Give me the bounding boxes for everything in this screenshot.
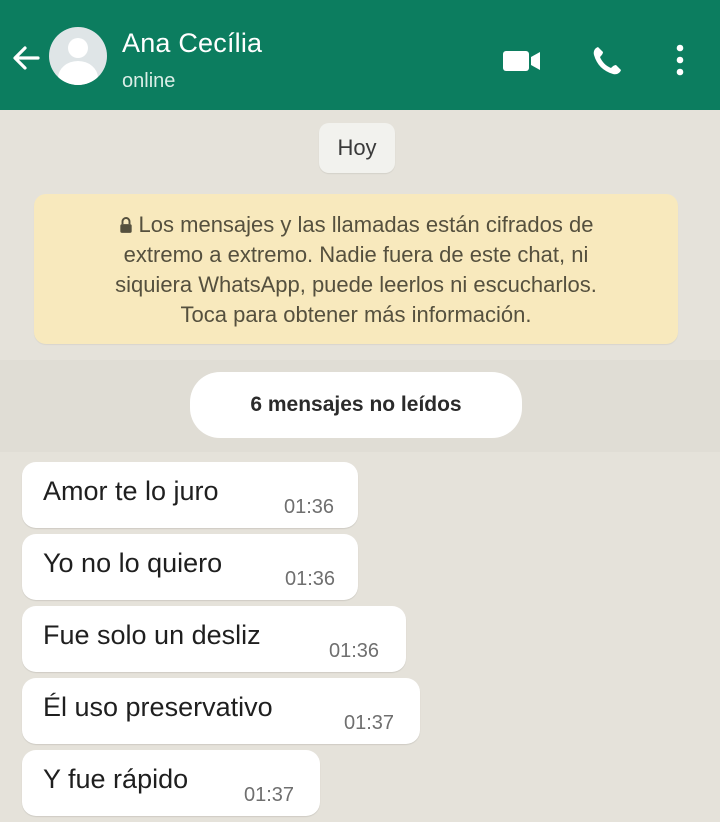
message-time: 01:37	[244, 784, 295, 806]
message-text: Fue solo un desliz	[43, 620, 261, 650]
message-bubble[interactable]: Yo no lo quiero 01:36	[22, 534, 358, 600]
lock-icon	[119, 217, 132, 233]
message-bubble[interactable]: Amor te lo juro 01:36	[22, 462, 358, 528]
message-text: Y fue rápido	[43, 764, 189, 794]
encryption-notice-line: Los mensajes y las llamadas están cifrad…	[56, 210, 656, 240]
date-separator: Hoy	[319, 123, 395, 173]
message-time: 01:36	[329, 640, 380, 662]
message-bubble[interactable]: Y fue rápido 01:37	[22, 750, 320, 816]
avatar-body-shape	[58, 61, 98, 85]
unread-messages-label: 6 mensajes no leídos	[190, 372, 522, 438]
contact-status: online	[122, 70, 176, 92]
avatar[interactable]	[49, 27, 107, 85]
message-text: Amor te lo juro	[43, 476, 219, 506]
message-bubble[interactable]: Él uso preservativo 01:37	[22, 678, 420, 744]
encryption-notice-line: extremo a extremo. Nadie fuera de este c…	[123, 242, 589, 267]
message-bubble[interactable]: Fue solo un desliz 01:36	[22, 606, 406, 672]
more-options-icon[interactable]	[670, 42, 690, 78]
voice-call-icon[interactable]	[590, 44, 624, 78]
message-time: 01:36	[284, 496, 335, 518]
avatar-head-shape	[68, 38, 88, 58]
chat-header: Ana Cecília online	[0, 0, 720, 110]
message-text: Él uso preservativo	[43, 692, 273, 722]
chat-body[interactable]: Hoy Los mensajes y las llamadas están ci…	[0, 110, 720, 822]
contact-name[interactable]: Ana Cecília	[122, 28, 262, 59]
message-text: Yo no lo quiero	[43, 548, 223, 578]
encryption-notice-line: Toca para obtener más información.	[180, 302, 532, 327]
message-time: 01:36	[285, 568, 336, 590]
message-time: 01:37	[344, 712, 395, 734]
encryption-notice-line: siquiera WhatsApp, puede leerlos ni escu…	[115, 272, 597, 297]
back-arrow-icon[interactable]	[8, 40, 44, 76]
encryption-notice[interactable]: Los mensajes y las llamadas están cifrad…	[34, 194, 678, 344]
video-call-icon[interactable]	[502, 49, 542, 73]
